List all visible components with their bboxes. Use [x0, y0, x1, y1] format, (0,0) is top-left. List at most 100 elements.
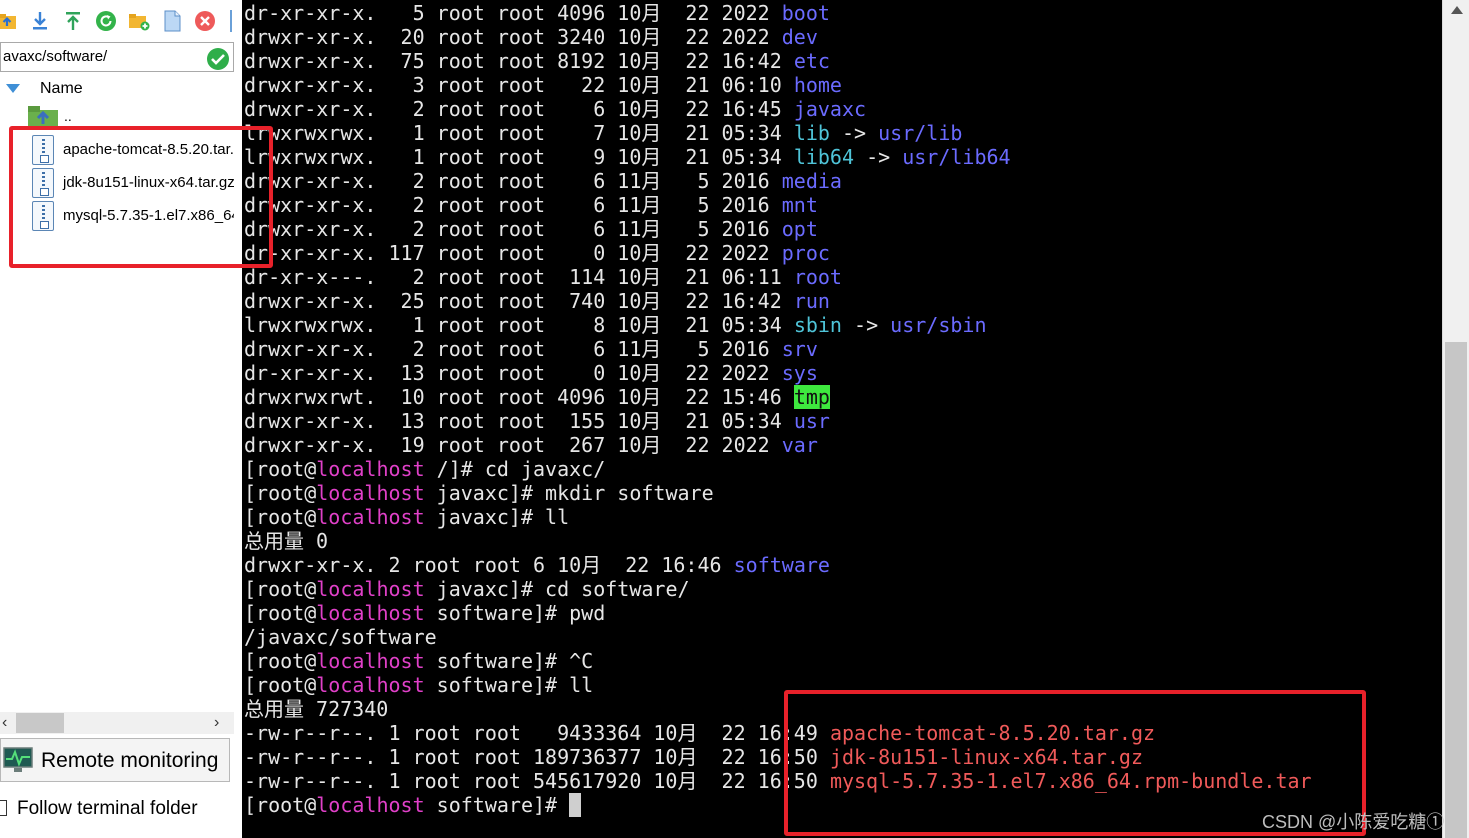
terminal-text: [root@ [244, 505, 317, 529]
terminal-line: drwxr-xr-x. 2 root root 6 11月 5 2016 opt [244, 217, 1312, 241]
terminal-text: javaxc]# mkdir software [424, 481, 714, 505]
follow-terminal-folder-option[interactable]: Follow terminal folder [0, 796, 240, 824]
terminal-text: proc [781, 241, 830, 265]
terminal-text: [root@ [244, 457, 317, 481]
terminal-text: lrwxrwxrwx. 1 root root 7 10月 21 05:34 [244, 121, 794, 145]
remote-monitoring-button[interactable]: Remote monitoring [0, 738, 230, 782]
terminal-line: [root@localhost javaxc]# ll [244, 505, 1312, 529]
terminal-line: lrwxrwxrwx. 1 root root 7 10月 21 05:34 l… [244, 121, 1312, 145]
terminal-text: root [793, 265, 842, 289]
terminal-text: javaxc]# ll [424, 505, 570, 529]
terminal-line: drwxr-xr-x. 2 root root 6 10月 22 16:45 j… [244, 97, 1312, 121]
path-text[interactable]: avaxc/software/ [3, 48, 203, 65]
terminal-text: drwxr-xr-x. 2 root root 6 11月 5 2016 [244, 169, 782, 193]
terminal-line: [root@localhost software]# pwd [244, 601, 1312, 625]
terminal-line: drwxr-xr-x. 2 root root 6 11月 5 2016 mnt [244, 193, 1312, 217]
terminal-text: lib [793, 121, 830, 145]
terminal-text: software]# ll [424, 673, 594, 697]
scroll-left-icon[interactable]: ‹ [2, 714, 7, 732]
terminal-text: drwxr-xr-x. 75 root root 8192 10月 22 16:… [244, 49, 794, 73]
terminal-text: tmp [793, 385, 830, 409]
terminal-text: drwxr-xr-x. 2 root root 6 11月 5 2016 [244, 337, 782, 361]
terminal-text: drwxr-xr-x. 19 root root 267 10月 22 2022 [244, 433, 782, 457]
path-input[interactable]: avaxc/software/ [0, 42, 234, 72]
file-row[interactable]: mysql-5.7.35-1.el7.x86_64.rpm-bundle.tar [30, 200, 234, 233]
terminal-text: -rw-r--r--. 1 root root 545617920 10月 22… [244, 769, 830, 793]
new-folder-icon[interactable] [128, 10, 150, 32]
terminal-text: drwxrwxrwt. 10 root root 4096 10月 22 15:… [244, 385, 794, 409]
column-header-name[interactable]: Name [0, 78, 234, 100]
terminal-text: media [781, 169, 842, 193]
parent-folder-icon[interactable] [28, 104, 60, 128]
terminal-text: sbin [793, 313, 842, 337]
follow-terminal-checkbox[interactable] [0, 800, 7, 816]
terminal-text: [root@ [244, 577, 317, 601]
terminal-line: dr-xr-xr-x. 117 root root 0 10月 22 2022 … [244, 241, 1312, 265]
terminal-text: drwxr-xr-x. 25 root root 740 10月 22 16:4… [244, 289, 794, 313]
terminal-text: localhost [316, 673, 425, 697]
scroll-up-icon[interactable] [1451, 6, 1463, 14]
refresh-icon[interactable] [95, 10, 117, 32]
terminal-text: localhost [316, 577, 425, 601]
terminal-scrollbar[interactable] [1442, 0, 1469, 838]
horizontal-scrollbar[interactable]: ‹ › [0, 712, 234, 734]
terminal-text: usr/lib64 [902, 145, 1011, 169]
terminal-text: drwxr-xr-x. 20 root root 3240 10月 22 202… [244, 25, 782, 49]
terminal-text: dr-xr-xr-x. 5 root root 4096 10月 22 2022 [244, 1, 782, 25]
terminal-text: drwxr-xr-x. 2 root root 6 11月 5 2016 [244, 193, 782, 217]
terminal-cursor [569, 793, 582, 817]
file-row[interactable]: jdk-8u151-linux-x64.tar.gz [30, 167, 234, 200]
terminal-line: dr-xr-xr-x. 5 root root 4096 10月 22 2022… [244, 1, 1312, 25]
terminal-text: jdk-8u151-linux-x64.tar.gz [829, 745, 1144, 769]
scroll-right-icon[interactable]: › [214, 714, 219, 732]
terminal-text: [root@ [244, 481, 317, 505]
new-file-icon[interactable] [161, 10, 183, 32]
terminal-text: /]# cd javaxc/ [424, 457, 606, 481]
terminal-text: -> [854, 145, 903, 169]
terminal-text: dr-xr-xr-x. 13 root root 0 10月 22 2022 [244, 361, 782, 385]
terminal-line: [root@localhost javaxc]# mkdir software [244, 481, 1312, 505]
upload-icon[interactable] [62, 10, 84, 32]
terminal-line: dr-xr-x---. 2 root root 114 10月 21 06:11… [244, 265, 1312, 289]
terminal-line: lrwxrwxrwx. 1 root root 8 10月 21 05:34 s… [244, 313, 1312, 337]
terminal-line: [root@localhost /]# cd javaxc/ [244, 457, 1312, 481]
file-row[interactable]: apache-tomcat-8.5.20.tar.gz [30, 134, 234, 167]
terminal[interactable]: dr-xr-xr-x. 5 root root 4096 10月 22 2022… [242, 0, 1442, 838]
terminal-line: drwxr-xr-x. 75 root root 8192 10月 22 16:… [244, 49, 1312, 73]
file-toolbar [0, 0, 242, 42]
terminal-line: drwxr-xr-x. 3 root root 22 10月 21 06:10 … [244, 73, 1312, 97]
terminal-scrollbar-thumb[interactable] [1445, 342, 1467, 838]
archive-file-icon [32, 201, 54, 231]
terminal-text: lib64 [793, 145, 855, 169]
scrollbar-thumb[interactable] [16, 713, 64, 733]
terminal-text: localhost [316, 793, 425, 817]
upload-folder-icon[interactable] [0, 10, 18, 32]
terminal-text: localhost [316, 505, 425, 529]
terminal-text: dr-xr-x---. 2 root root 114 10月 21 06:11 [244, 265, 794, 289]
terminal-line: [root@localhost software]# ll [244, 673, 1312, 697]
terminal-text: -rw-r--r--. 1 root root 189736377 10月 22… [244, 745, 830, 769]
terminal-text: [root@ [244, 673, 317, 697]
terminal-line: drwxr-xr-x. 20 root root 3240 10月 22 202… [244, 25, 1312, 49]
parent-folder-label[interactable]: .. [64, 108, 72, 124]
delete-icon[interactable] [194, 10, 216, 32]
terminal-text: drwxr-xr-x. 3 root root 22 10月 21 06:10 [244, 73, 794, 97]
confirm-path-icon[interactable] [207, 48, 229, 70]
terminal-text: mysql-5.7.35-1.el7.x86_64.rpm-bundle.tar [829, 769, 1312, 793]
terminal-text: usr/sbin [890, 313, 987, 337]
terminal-text: dr-xr-xr-x. 117 root root 0 10月 22 2022 [244, 241, 782, 265]
terminal-text: drwxr-xr-x. 2 root root 6 11月 5 2016 [244, 217, 782, 241]
terminal-text: etc [793, 49, 830, 73]
toolbar-edge [230, 10, 232, 32]
terminal-text: software [733, 553, 830, 577]
terminal-text: usr [793, 409, 830, 433]
terminal-text: drwxr-xr-x. 13 root root 155 10月 21 05:3… [244, 409, 794, 433]
terminal-line: [root@localhost javaxc]# cd software/ [244, 577, 1312, 601]
terminal-text: lrwxrwxrwx. 1 root root 9 10月 21 05:34 [244, 145, 794, 169]
terminal-line: drwxrwxrwt. 10 root root 4096 10月 22 15:… [244, 385, 1312, 409]
terminal-text: localhost [316, 481, 425, 505]
sort-arrow-icon [6, 84, 20, 93]
terminal-text: run [793, 289, 830, 313]
terminal-text: 总用量 0 [244, 529, 329, 553]
download-icon[interactable] [29, 10, 51, 32]
